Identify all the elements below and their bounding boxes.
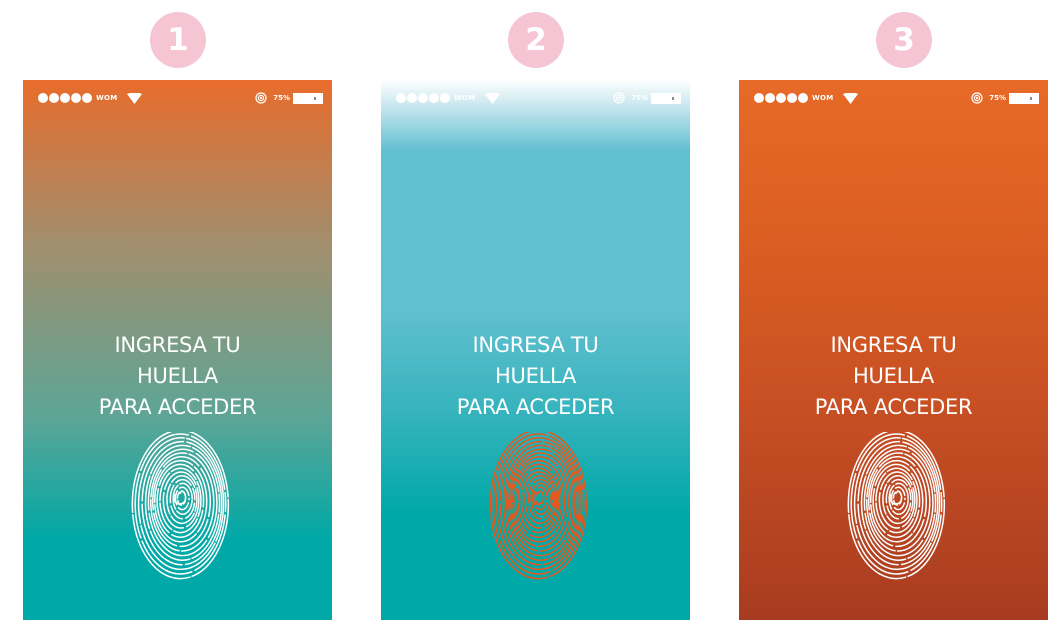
wifi-icon	[126, 92, 142, 104]
prompt-line-1: INGRESA TU	[472, 333, 599, 357]
phone-screen-3: WOM 75% INGRESA TU HUELLA PARA ACCEDER	[739, 80, 1048, 620]
prompt-line-2: HUELLA	[853, 364, 934, 388]
status-bar: WOM 75%	[754, 92, 1039, 104]
fingerprint-prompt: INGRESA TU HUELLA PARA ACCEDER	[381, 330, 690, 423]
nfc-icon	[613, 92, 625, 104]
battery-icon	[293, 92, 323, 104]
fingerprint-prompt: INGRESA TU HUELLA PARA ACCEDER	[23, 330, 332, 423]
prompt-line-1: INGRESA TU	[830, 333, 957, 357]
prompt-line-3: PARA ACCEDER	[456, 395, 615, 419]
battery-percentage: 75%	[273, 94, 290, 102]
step-badge-2: 2	[508, 12, 564, 68]
battery-percentage: 75%	[989, 94, 1006, 102]
fingerprint-prompt: INGRESA TU HUELLA PARA ACCEDER	[739, 330, 1048, 423]
nfc-icon	[971, 92, 983, 104]
step-badge-3: 3	[876, 12, 932, 68]
phone-screen-1: WOM 75% INGRESA TU HUELLA PARA ACCEDER	[23, 80, 332, 620]
battery-percentage: 75%	[631, 94, 648, 102]
signal-dots-icon	[396, 93, 450, 103]
phone-screen-2: WOM 75% INGRESA TU HUELLA PARA ACCEDER	[381, 80, 690, 620]
status-bar: WOM 75%	[38, 92, 323, 104]
carrier-name: WOM	[454, 94, 476, 102]
prompt-line-1: INGRESA TU	[114, 333, 241, 357]
nfc-icon	[255, 92, 267, 104]
prompt-line-2: HUELLA	[495, 364, 576, 388]
step-badge-1: 1	[150, 12, 206, 68]
fingerprint-icon[interactable]	[488, 432, 591, 582]
prompt-line-2: HUELLA	[137, 364, 218, 388]
prompt-line-3: PARA ACCEDER	[814, 395, 973, 419]
status-bar: WOM 75%	[396, 92, 681, 104]
carrier-name: WOM	[96, 94, 118, 102]
carrier-name: WOM	[812, 94, 834, 102]
prompt-line-3: PARA ACCEDER	[98, 395, 257, 419]
signal-dots-icon	[754, 93, 808, 103]
wifi-icon	[842, 92, 858, 104]
fingerprint-icon[interactable]	[130, 432, 233, 582]
wifi-icon	[484, 92, 500, 104]
battery-icon	[651, 92, 681, 104]
battery-icon	[1009, 92, 1039, 104]
signal-dots-icon	[38, 93, 92, 103]
fingerprint-icon[interactable]	[846, 432, 949, 582]
